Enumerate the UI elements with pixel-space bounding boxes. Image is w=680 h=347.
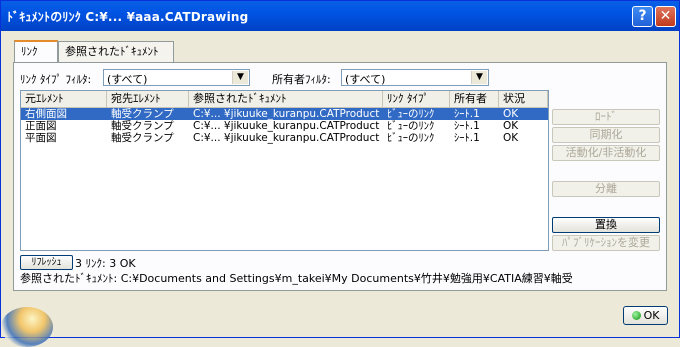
column-header-document[interactable]: 参照されたﾄﾞｷｭﾒﾝﾄ	[189, 91, 383, 107]
cell-link-type: ﾋﾞｭｰのﾘﾝｸ	[387, 108, 435, 120]
cell-status: OK	[503, 132, 519, 144]
cell-owner: ｼｰﾄ.1	[454, 132, 480, 144]
link-type-filter-combo[interactable]: (すべて) ▼	[103, 69, 250, 86]
link-type-filter-value: (すべて)	[107, 73, 148, 86]
sync-button[interactable]: 同期化	[552, 127, 660, 143]
link-status-text: 3 ﾘﾝｸ: 3 OK	[75, 257, 136, 270]
cell-owner: ｼｰﾄ.1	[454, 108, 480, 120]
column-header-owner[interactable]: 所有者	[450, 91, 499, 107]
window-title: ﾄﾞｷｭﾒﾝﾄのﾘﾝｸ C:¥... ¥aaa.CATDrawing	[7, 10, 249, 24]
activate-deactivate-button[interactable]: 活動化/非活動化	[552, 145, 660, 161]
chevron-down-icon[interactable]: ▼	[471, 71, 487, 84]
change-publication-button[interactable]: ﾊﾟﾌﾞﾘｹｰｼｮﾝを変更	[552, 235, 660, 251]
link-type-filter-label: ﾘﾝｸ ﾀｲﾌﾟ ﾌｨﾙﾀ:	[20, 73, 92, 86]
catia-logo-icon	[1, 307, 53, 347]
cell-target: 軸受クランプ	[111, 108, 174, 120]
cell-source: 右側面図	[25, 108, 67, 120]
column-header-link-type[interactable]: ﾘﾝｸ ﾀｲﾌﾟ	[383, 91, 450, 107]
cell-source: 平面図	[25, 132, 57, 144]
tab-referenced-documents[interactable]: 参照されたﾄﾞｷｭﾒﾝﾄ	[58, 41, 174, 62]
cell-link-type: ﾋﾞｭｰのﾘﾝｸ	[387, 120, 435, 132]
owner-filter-combo[interactable]: (すべて) ▼	[341, 69, 489, 86]
table-row[interactable]: 正面図 軸受クランプ C:¥... ¥jikuuke_kuranpu.CATPr…	[21, 120, 548, 132]
isolate-button[interactable]: 分離	[552, 181, 660, 197]
referenced-document-path: 参照されたﾄﾞｷｭﾒﾝﾄ: C:¥Documents and Settings¥…	[20, 272, 573, 285]
ok-label: OK	[643, 309, 660, 322]
title-bar[interactable]: ﾄﾞｷｭﾒﾝﾄのﾘﾝｸ C:¥... ¥aaa.CATDrawing ? ✕	[1, 1, 679, 31]
tab-links[interactable]: ﾘﾝｸ	[14, 40, 58, 63]
owner-filter-label: 所有者ﾌｨﾙﾀ:	[272, 73, 331, 86]
cell-owner: ｼｰﾄ.1	[454, 120, 480, 132]
refresh-button[interactable]: ﾘﾌﾚｯｼｭ	[20, 255, 73, 270]
cell-status: OK	[503, 120, 519, 132]
dialog-window: ﾄﾞｷｭﾒﾝﾄのﾘﾝｸ C:¥... ¥aaa.CATDrawing ? ✕ ﾘ…	[0, 0, 680, 347]
cell-source: 正面図	[25, 120, 57, 132]
help-button[interactable]: ?	[632, 6, 653, 27]
close-button[interactable]: ✕	[655, 6, 676, 27]
owner-filter-value: (すべて)	[345, 73, 386, 86]
table-header: 元ｴﾚﾒﾝﾄ 宛先ｴﾚﾒﾝﾄ 参照されたﾄﾞｷｭﾒﾝﾄ ﾘﾝｸ ﾀｲﾌﾟ 所有者…	[21, 91, 548, 108]
ok-icon	[631, 311, 641, 320]
table-row[interactable]: 右側面図 軸受クランプ C:¥... ¥jikuuke_kuranpu.CATP…	[21, 108, 548, 120]
links-table[interactable]: 元ｴﾚﾒﾝﾄ 宛先ｴﾚﾒﾝﾄ 参照されたﾄﾞｷｭﾒﾝﾄ ﾘﾝｸ ﾀｲﾌﾟ 所有者…	[20, 90, 549, 251]
cell-document: C:¥... ¥jikuuke_kuranpu.CATProduct	[193, 108, 380, 120]
cell-status: OK	[503, 108, 519, 120]
column-header-status[interactable]: 状況	[499, 91, 548, 107]
cell-link-type: ﾋﾞｭｰのﾘﾝｸ	[387, 132, 435, 144]
cell-document: C:¥... ¥jikuuke_kuranpu.CATProduct	[193, 120, 380, 132]
table-row[interactable]: 平面図 軸受クランプ C:¥... ¥jikuuke_kuranpu.CATPr…	[21, 132, 548, 144]
chevron-down-icon[interactable]: ▼	[232, 71, 248, 84]
load-button[interactable]: ﾛｰﾄﾞ	[552, 109, 660, 125]
column-header-target[interactable]: 宛先ｴﾚﾒﾝﾄ	[107, 91, 189, 107]
column-header-source[interactable]: 元ｴﾚﾒﾝﾄ	[21, 91, 107, 107]
replace-button[interactable]: 置換	[552, 217, 660, 233]
cell-document: C:¥... ¥jikuuke_kuranpu.CATProduct	[193, 132, 380, 144]
ok-button[interactable]: OK	[623, 306, 668, 325]
cell-target: 軸受クランプ	[111, 132, 174, 144]
cell-target: 軸受クランプ	[111, 120, 174, 132]
